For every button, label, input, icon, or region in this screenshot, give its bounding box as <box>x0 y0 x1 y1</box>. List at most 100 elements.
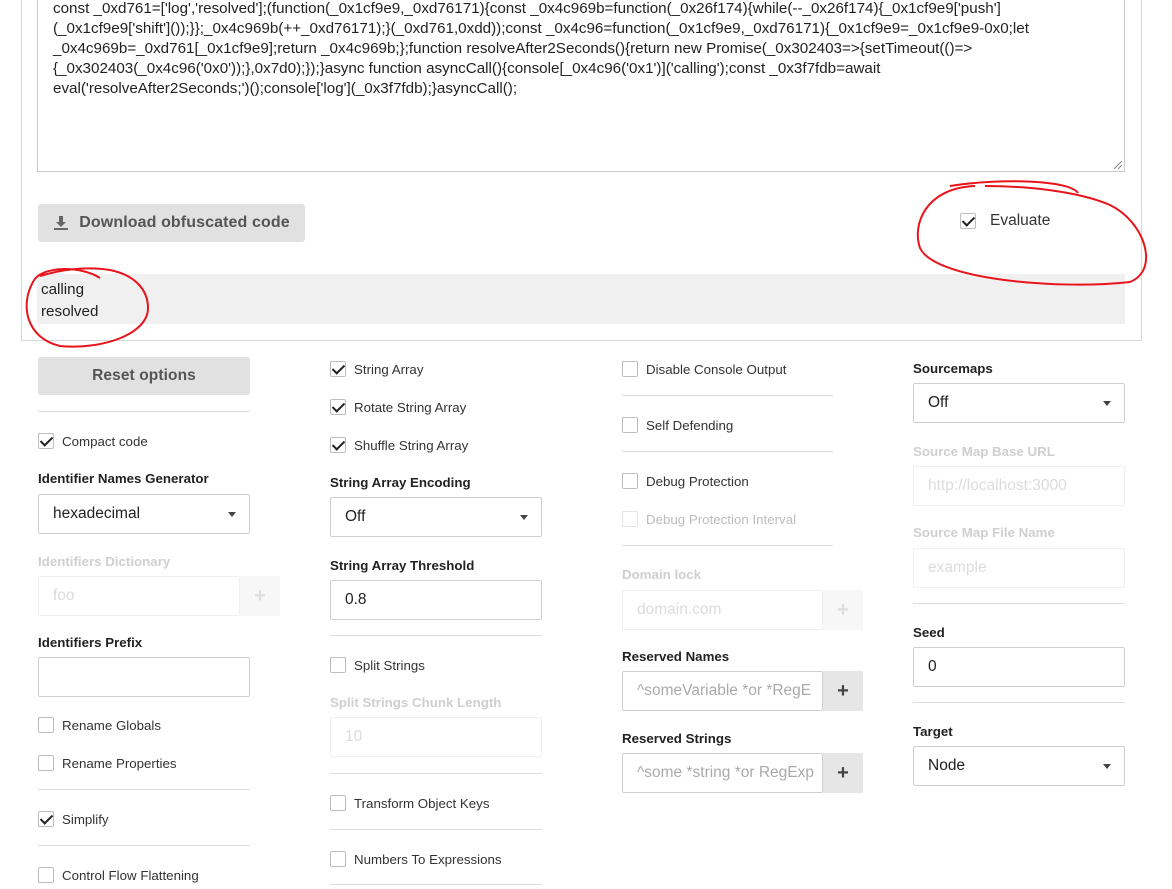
shuffle-string-array-checkbox[interactable] <box>330 437 346 453</box>
download-icon <box>54 216 69 230</box>
string-array-checkbox[interactable] <box>330 361 346 377</box>
plus-icon: + <box>837 761 849 784</box>
rename-properties-option[interactable]: Rename Properties <box>38 755 177 771</box>
rename-globals-label: Rename Globals <box>62 717 162 733</box>
numbers-to-expressions-label: Numbers To Expressions <box>354 851 502 867</box>
seed-input[interactable]: 0 <box>913 647 1125 687</box>
evaluate-checkbox[interactable] <box>960 213 976 229</box>
download-obfuscated-code-button[interactable]: Download obfuscated code <box>38 204 305 242</box>
reserved-names-placeholder: ^someVariable *or *RegE <box>637 682 812 699</box>
divider <box>913 603 1125 604</box>
code-line-3: _0x4c969b=_0xd761[_0x1cf9e9];return _0x4… <box>53 40 973 57</box>
code-line-4: {_0x302403(_0x4c96('0x0'));},0x7d0);});}… <box>53 60 881 77</box>
compact-code-checkbox[interactable] <box>38 433 54 449</box>
identifier-generator-label: Identifier Names Generator <box>38 471 209 486</box>
add-dictionary-button[interactable]: + <box>240 576 280 616</box>
source-map-base-url-input[interactable]: http://localhost:3000 <box>913 466 1125 506</box>
reset-options-label: Reset options <box>92 367 196 384</box>
debug-protection-interval-label: Debug Protection Interval <box>646 511 797 527</box>
self-defending-checkbox[interactable] <box>622 417 638 433</box>
string-array-threshold-label: String Array Threshold <box>330 558 475 573</box>
simplify-option[interactable]: Simplify <box>38 811 109 827</box>
evaluate-option[interactable]: Evaluate <box>960 212 1050 230</box>
reserved-names-input[interactable]: ^someVariable *or *RegE <box>622 671 823 711</box>
shuffle-string-array-option[interactable]: Shuffle String Array <box>330 437 468 453</box>
sourcemaps-select[interactable]: Off <box>913 383 1125 423</box>
chevron-down-icon <box>1103 401 1111 406</box>
compact-code-option[interactable]: Compact code <box>38 433 148 449</box>
target-select[interactable]: Node <box>913 746 1125 786</box>
split-strings-chunk-length-value: 10 <box>345 728 363 745</box>
reset-options-button[interactable]: Reset options <box>38 357 250 395</box>
self-defending-option[interactable]: Self Defending <box>622 417 733 433</box>
reserved-strings-input[interactable]: ^some *string *or RegExp <box>622 753 823 793</box>
rotate-string-array-checkbox[interactable] <box>330 399 346 415</box>
rotate-string-array-label: Rotate String Array <box>354 399 467 415</box>
identifiers-dictionary-placeholder: foo <box>53 587 75 604</box>
debug-protection-option[interactable]: Debug Protection <box>622 473 749 489</box>
identifier-generator-select[interactable]: hexadecimal <box>38 494 250 534</box>
rename-properties-checkbox[interactable] <box>38 755 54 771</box>
chevron-down-icon <box>520 515 528 520</box>
divider <box>330 829 542 830</box>
split-strings-option[interactable]: Split Strings <box>330 657 425 673</box>
rename-globals-option[interactable]: Rename Globals <box>38 717 161 733</box>
source-map-file-name-input[interactable]: example <box>913 548 1125 588</box>
domain-lock-label: Domain lock <box>622 567 702 582</box>
domain-lock-input[interactable]: domain.com <box>622 590 823 630</box>
code-line-1: const _0xd761=['log','resolved'];(functi… <box>53 0 1001 17</box>
seed-value: 0 <box>928 658 937 675</box>
numbers-to-expressions-checkbox[interactable] <box>330 851 346 867</box>
string-array-encoding-label: String Array Encoding <box>330 475 471 490</box>
rename-globals-checkbox[interactable] <box>38 717 54 733</box>
debug-protection-checkbox[interactable] <box>622 473 638 489</box>
plus-icon: + <box>837 679 849 702</box>
string-array-encoding-select[interactable]: Off <box>330 497 542 537</box>
disable-console-output-option[interactable]: Disable Console Output <box>622 361 786 377</box>
reserved-strings-placeholder: ^some *string *or RegExp <box>637 764 814 781</box>
add-domain-lock-button[interactable]: + <box>823 590 863 630</box>
obfuscated-code-textarea[interactable]: const _0xd761=['log','resolved'];(functi… <box>37 0 1125 172</box>
source-map-file-name-placeholder: example <box>928 559 987 576</box>
debug-protection-interval-checkbox[interactable] <box>622 511 638 527</box>
debug-protection-label: Debug Protection <box>646 473 749 489</box>
resize-handle-icon[interactable] <box>1113 160 1122 169</box>
evaluation-output: calling resolved <box>37 274 1125 324</box>
rotate-string-array-option[interactable]: Rotate String Array <box>330 399 466 415</box>
code-line-5: eval('resolveAfter2Seconds;')();console[… <box>53 80 518 97</box>
code-line-2: (_0x1cf9e9['shift']());}};_0x4c969b(++_0… <box>53 20 1029 37</box>
identifiers-prefix-input[interactable] <box>38 657 250 697</box>
chevron-down-icon <box>228 512 236 517</box>
identifiers-dictionary-label: Identifiers Dictionary <box>38 554 171 569</box>
rename-properties-label: Rename Properties <box>62 755 177 771</box>
disable-console-output-checkbox[interactable] <box>622 361 638 377</box>
transform-object-keys-checkbox[interactable] <box>330 795 346 811</box>
output-line-2: resolved <box>41 303 99 320</box>
identifiers-dictionary-input[interactable]: foo <box>38 576 240 616</box>
control-flow-flattening-checkbox[interactable] <box>38 867 54 883</box>
compact-code-label: Compact code <box>62 433 148 449</box>
source-map-file-name-label: Source Map File Name <box>913 525 1055 540</box>
debug-protection-interval-option[interactable]: Debug Protection Interval <box>622 511 796 527</box>
split-strings-checkbox[interactable] <box>330 657 346 673</box>
sourcemaps-label: Sourcemaps <box>913 361 993 376</box>
numbers-to-expressions-option[interactable]: Numbers To Expressions <box>330 851 502 867</box>
add-reserved-string-button[interactable]: + <box>823 753 863 793</box>
add-reserved-name-button[interactable]: + <box>823 671 863 711</box>
plus-icon: + <box>254 584 266 607</box>
simplify-checkbox[interactable] <box>38 811 54 827</box>
simplify-label: Simplify <box>62 811 109 827</box>
shuffle-string-array-label: Shuffle String Array <box>354 437 469 453</box>
string-array-encoding-value: Off <box>345 508 366 525</box>
self-defending-label: Self Defending <box>646 417 734 433</box>
sourcemaps-value: Off <box>928 394 949 411</box>
target-value: Node <box>928 757 966 774</box>
string-array-label: String Array <box>354 361 424 377</box>
control-flow-flattening-option[interactable]: Control Flow Flattening <box>38 867 199 883</box>
source-map-base-url-placeholder: http://localhost:3000 <box>928 477 1067 494</box>
download-button-label: Download obfuscated code <box>79 214 290 231</box>
string-array-threshold-input[interactable]: 0.8 <box>330 580 542 620</box>
transform-object-keys-option[interactable]: Transform Object Keys <box>330 795 489 811</box>
split-strings-chunk-length-input[interactable]: 10 <box>330 717 542 757</box>
string-array-option[interactable]: String Array <box>330 361 423 377</box>
